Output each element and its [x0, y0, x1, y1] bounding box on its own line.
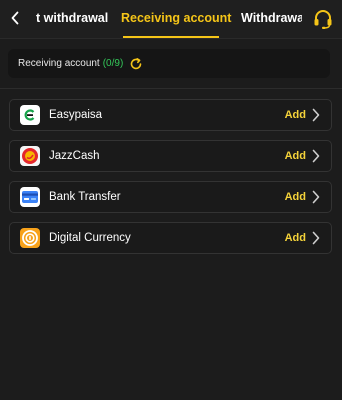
chevron-right-icon: [312, 149, 320, 163]
account-name: Bank Transfer: [49, 191, 121, 203]
chevron-right-icon: [312, 108, 320, 122]
add-button[interactable]: Add: [285, 109, 306, 121]
account-option-digital-currency[interactable]: Digital Currency Add: [9, 222, 332, 254]
coin-icon: [20, 228, 40, 248]
account-option-jazzcash[interactable]: JazzCash Add: [9, 140, 332, 172]
status-label: Receiving account: [18, 58, 100, 69]
divider: [0, 88, 342, 89]
tab-withdrawal-record-label: Withdrawal r: [241, 11, 302, 25]
easypaisa-logo: [20, 105, 40, 125]
status-count: (0/9): [102, 58, 124, 69]
add-button[interactable]: Add: [285, 150, 306, 162]
tab-withdrawal-record[interactable]: Withdrawal r: [241, 0, 302, 38]
account-option-easypaisa[interactable]: Easypaisa Add: [9, 99, 332, 131]
headset-icon: [314, 10, 332, 29]
bank-card-icon: [20, 187, 40, 207]
chevron-left-icon: [11, 11, 19, 25]
receiving-account-status: Receiving account (0/9): [8, 49, 330, 78]
refresh-icon[interactable]: [129, 57, 143, 71]
add-button[interactable]: Add: [285, 191, 306, 203]
account-option-bank-transfer[interactable]: Bank Transfer Add: [9, 181, 332, 213]
tab-deposit-withdrawal-label: t withdrawal: [36, 11, 109, 25]
customer-support-button[interactable]: [312, 8, 334, 30]
jazzcash-logo: [20, 146, 40, 166]
back-button[interactable]: [6, 8, 24, 28]
chevron-right-icon: [312, 231, 320, 245]
add-button[interactable]: Add: [285, 232, 306, 244]
tab-deposit-withdrawal[interactable]: t withdrawal: [36, 0, 116, 38]
account-name: JazzCash: [49, 150, 100, 162]
top-nav: t withdrawal Receiving account Withdrawa…: [0, 0, 342, 39]
account-name: Easypaisa: [49, 109, 103, 121]
account-name: Digital Currency: [49, 232, 131, 244]
tab-receiving-account-label: Receiving account: [121, 11, 232, 25]
tab-receiving-account[interactable]: Receiving account: [121, 0, 231, 38]
chevron-right-icon: [312, 190, 320, 204]
